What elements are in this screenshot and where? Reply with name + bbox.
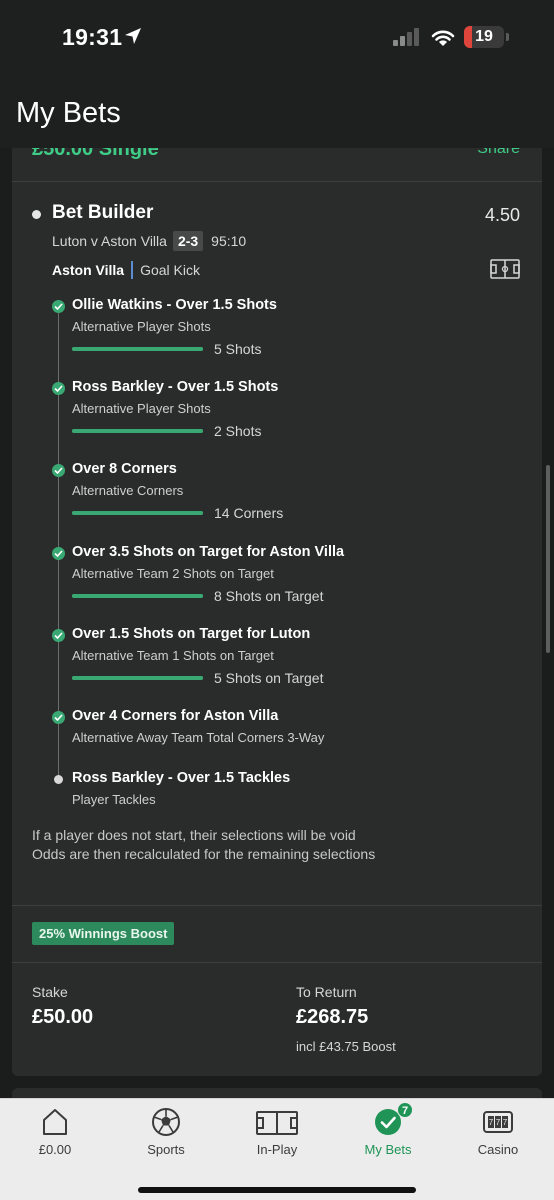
live-event: Aston Villa Goal Kick bbox=[52, 261, 200, 279]
bet-type-label: £50.00 Single bbox=[32, 148, 159, 160]
selection-title: Ross Barkley - Over 1.5 Shots bbox=[72, 379, 279, 395]
selection-progress-label: 8 Shots on Target bbox=[214, 588, 324, 604]
bet-card[interactable]: £50.00 Single Share Bet Builder 4.50 Lut… bbox=[12, 148, 542, 1076]
selection-progress-fill bbox=[72, 676, 203, 680]
pitch-icon[interactable] bbox=[490, 259, 520, 279]
share-button[interactable]: Share bbox=[477, 148, 520, 158]
selection-progress-fill bbox=[72, 429, 203, 433]
return-label: To Return bbox=[296, 984, 357, 1000]
check-circle-icon bbox=[52, 711, 65, 724]
football-icon bbox=[152, 1108, 180, 1136]
home-indicator bbox=[138, 1187, 416, 1193]
winnings-boost-badge: 25% Winnings Boost bbox=[32, 922, 175, 945]
check-circle-icon bbox=[52, 300, 65, 313]
battery-indicator: 19 bbox=[464, 26, 504, 48]
status-bar: 19:31 19 bbox=[0, 0, 554, 80]
return-value: £268.75 bbox=[296, 1006, 369, 1028]
nav-label: In-Play bbox=[256, 1142, 298, 1157]
nav-label: Casino bbox=[477, 1142, 519, 1157]
battery-percent: 19 bbox=[475, 28, 493, 45]
svg-text:7: 7 bbox=[503, 1118, 508, 1127]
selection-progress-label: 5 Shots bbox=[214, 341, 262, 357]
stake-label: Stake bbox=[32, 984, 68, 1000]
nav-item-balance[interactable]: £0.00 bbox=[0, 1099, 110, 1169]
team-color-marker bbox=[131, 261, 134, 279]
cellular-signal-icon bbox=[393, 28, 419, 46]
nav-badge: 7 bbox=[397, 1102, 413, 1118]
selection-progress-fill bbox=[72, 594, 203, 598]
nav-label: Sports bbox=[147, 1142, 185, 1157]
boost-included-note: incl £43.75 Boost bbox=[296, 1039, 396, 1054]
selection-market: Alternative Team 1 Shots on Target bbox=[72, 648, 274, 663]
wifi-icon bbox=[431, 30, 455, 46]
check-circle-icon bbox=[52, 464, 65, 477]
divider bbox=[12, 905, 542, 906]
selection-market: Alternative Player Shots bbox=[72, 401, 211, 416]
check-circle-icon bbox=[52, 547, 65, 560]
selection-progress-fill bbox=[72, 347, 203, 351]
selection-market: Player Tackles bbox=[72, 792, 156, 807]
match-name: Luton v Aston Villa bbox=[52, 233, 167, 249]
selection-title: Over 3.5 Shots on Target for Aston Villa bbox=[72, 544, 345, 560]
bet-builder-title: Bet Builder bbox=[52, 202, 154, 223]
void-note-line-2: Odds are then recalculated for the remai… bbox=[32, 846, 376, 862]
void-note: If a player does not start, their select… bbox=[32, 826, 375, 864]
divider bbox=[12, 962, 542, 963]
selection-market: Alternative Corners bbox=[72, 483, 184, 498]
nav-item-sports[interactable]: Sports bbox=[111, 1099, 221, 1169]
selection-title: Over 8 Corners bbox=[72, 461, 177, 477]
nav-label: My Bets bbox=[364, 1142, 412, 1157]
svg-text:7: 7 bbox=[489, 1118, 494, 1127]
svg-text:7: 7 bbox=[496, 1118, 501, 1127]
bet-card-header: £50.00 Single Share bbox=[12, 148, 542, 182]
pitch-icon bbox=[256, 1111, 298, 1135]
selection-progress-label: 2 Shots bbox=[214, 423, 262, 439]
selection-title: Ross Barkley - Over 1.5 Tackles bbox=[72, 770, 291, 786]
battery-nub bbox=[506, 33, 509, 41]
void-note-line-1: If a player does not start, their select… bbox=[32, 827, 356, 843]
match-clock: 95:10 bbox=[211, 233, 247, 249]
selection-timeline bbox=[58, 305, 59, 779]
status-time: 19:31 bbox=[62, 24, 123, 50]
pending-dot-icon bbox=[54, 775, 63, 784]
selection-progress-label: 14 Corners bbox=[214, 505, 284, 521]
selection-progress-bar bbox=[72, 594, 203, 598]
slot-machine-icon: 7 7 7 bbox=[483, 1111, 513, 1133]
selection-progress-label: 5 Shots on Target bbox=[214, 670, 324, 686]
check-circle-icon bbox=[52, 382, 65, 395]
nav-item-in-play[interactable]: In-Play bbox=[222, 1099, 332, 1169]
nav-item-casino[interactable]: 7 7 7 Casino bbox=[443, 1099, 553, 1169]
selection-market: Alternative Away Team Total Corners 3-Wa… bbox=[72, 730, 325, 745]
page-header: My Bets bbox=[0, 80, 554, 148]
selection-progress-bar bbox=[72, 676, 203, 680]
selection-title: Ollie Watkins - Over 1.5 Shots bbox=[72, 297, 277, 313]
match-score: 2-3 bbox=[172, 231, 204, 251]
bet-builder-dot bbox=[32, 210, 41, 219]
scrollbar[interactable] bbox=[546, 465, 550, 653]
match-info[interactable]: Luton v Aston Villa 2-3 95:10 bbox=[52, 231, 246, 251]
selection-market: Alternative Player Shots bbox=[72, 319, 211, 334]
live-event-team: Aston Villa bbox=[52, 262, 125, 278]
selection-progress-bar bbox=[72, 347, 203, 351]
page-title: My Bets bbox=[16, 97, 121, 129]
selection-progress-bar bbox=[72, 511, 203, 515]
nav-item-my-bets[interactable]: 7 My Bets bbox=[333, 1099, 443, 1169]
selection-progress-bar bbox=[72, 429, 203, 433]
nav-label: £0.00 bbox=[38, 1142, 72, 1157]
selection-title: Over 4 Corners for Aston Villa bbox=[72, 708, 279, 724]
selection-progress-fill bbox=[72, 511, 203, 515]
selection-title: Over 1.5 Shots on Target for Luton bbox=[72, 626, 311, 642]
home-icon bbox=[43, 1109, 67, 1135]
check-circle-icon bbox=[52, 629, 65, 642]
bottom-navigation: £0.00 Sports In-Play 7 My Bets 7 7 7 Cas… bbox=[0, 1098, 554, 1200]
bet-odds: 4.50 bbox=[484, 205, 520, 225]
location-arrow-icon bbox=[125, 28, 141, 44]
stake-value: £50.00 bbox=[32, 1006, 94, 1028]
live-event-text: Goal Kick bbox=[140, 262, 201, 278]
selection-market: Alternative Team 2 Shots on Target bbox=[72, 566, 274, 581]
